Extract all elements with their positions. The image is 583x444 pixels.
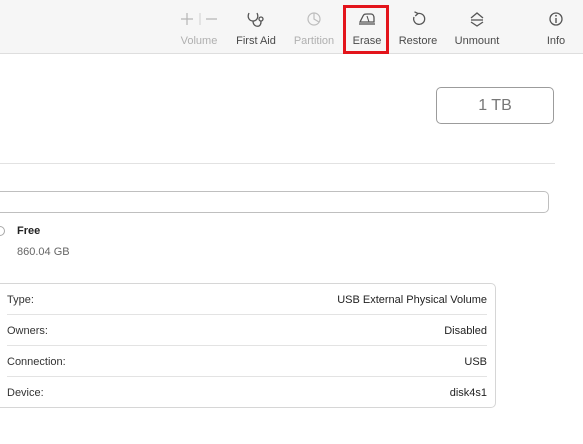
info-key: Owners: <box>7 325 48 337</box>
partition-button[interactable]: Partition <box>289 0 339 53</box>
restore-icon <box>410 11 426 32</box>
first-aid-label: First Aid <box>236 35 276 47</box>
unmount-icon <box>469 11 485 32</box>
first-aid-button[interactable]: First Aid <box>231 0 281 53</box>
info-icon <box>548 11 564 32</box>
volume-button[interactable]: Volume <box>175 0 223 53</box>
erase-highlight-box <box>343 5 389 54</box>
partition-label: Partition <box>293 35 335 47</box>
storage-usage-bar <box>0 191 549 213</box>
volume-icons <box>176 11 222 27</box>
info-value: USB <box>464 356 487 368</box>
restore-button[interactable]: Restore <box>395 0 441 53</box>
info-value: Disabled <box>444 325 487 337</box>
free-space-label: Free <box>17 225 41 237</box>
divider <box>0 163 555 164</box>
toolbar: Volume First Aid Partition Erase Restore… <box>0 0 583 54</box>
info-label: Info <box>546 35 566 47</box>
disk-capacity-badge: 1 TB <box>436 87 554 124</box>
info-key: Type: <box>7 294 34 306</box>
plus-icon <box>181 13 193 25</box>
free-space-value: 860.04 GB <box>17 246 70 258</box>
stethoscope-icon <box>246 11 266 34</box>
pie-chart-icon <box>306 11 322 32</box>
info-row-type: Type: USB External Physical Volume <box>7 284 487 315</box>
info-value: USB External Physical Volume <box>337 294 487 306</box>
free-space-legend-dot <box>0 226 5 236</box>
unmount-label: Unmount <box>454 35 500 47</box>
info-row-device: Device: disk4s1 <box>7 377 487 408</box>
info-button[interactable]: Info <box>538 0 574 53</box>
unmount-button[interactable]: Unmount <box>449 0 505 53</box>
info-key: Device: <box>7 387 44 399</box>
info-row-owners: Owners: Disabled <box>7 315 487 346</box>
restore-label: Restore <box>398 35 438 47</box>
volume-label: Volume <box>180 35 218 47</box>
info-value: disk4s1 <box>449 387 487 399</box>
info-row-connection: Connection: USB <box>7 346 487 377</box>
info-key: Connection: <box>7 356 66 368</box>
disk-info-table: Type: USB External Physical Volume Owner… <box>0 283 496 408</box>
